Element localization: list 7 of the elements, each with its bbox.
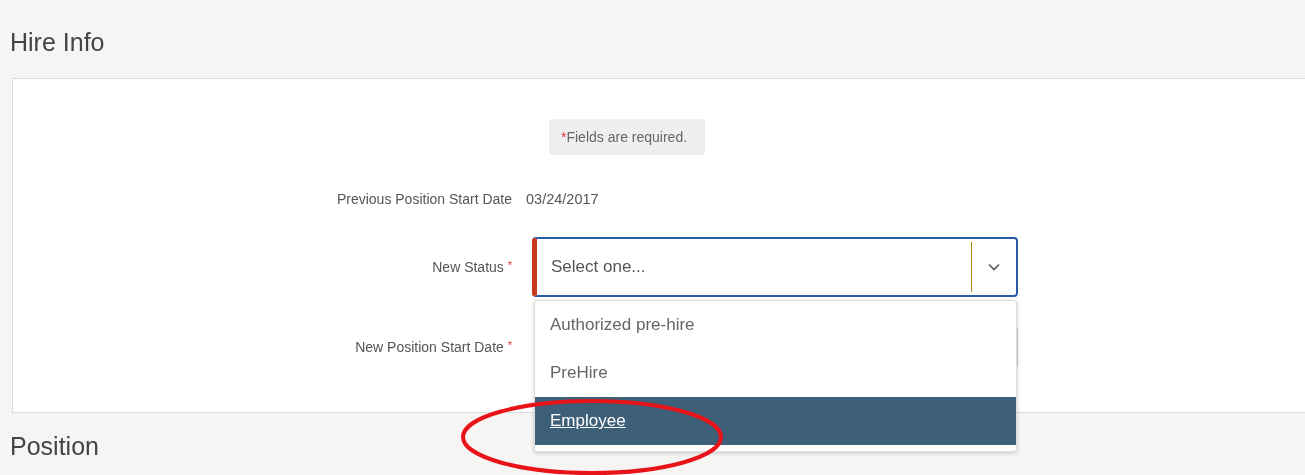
field-value: 03/24/2017	[526, 191, 600, 207]
field-label: New Position Start Date *	[354, 339, 512, 355]
field-label: Previous Position Start Date	[335, 191, 512, 207]
section-title: Position	[10, 431, 99, 461]
field-label: New Status *	[431, 259, 512, 275]
required-notice: *Fields are required.	[549, 119, 706, 155]
section-title: Hire Info	[10, 27, 106, 58]
